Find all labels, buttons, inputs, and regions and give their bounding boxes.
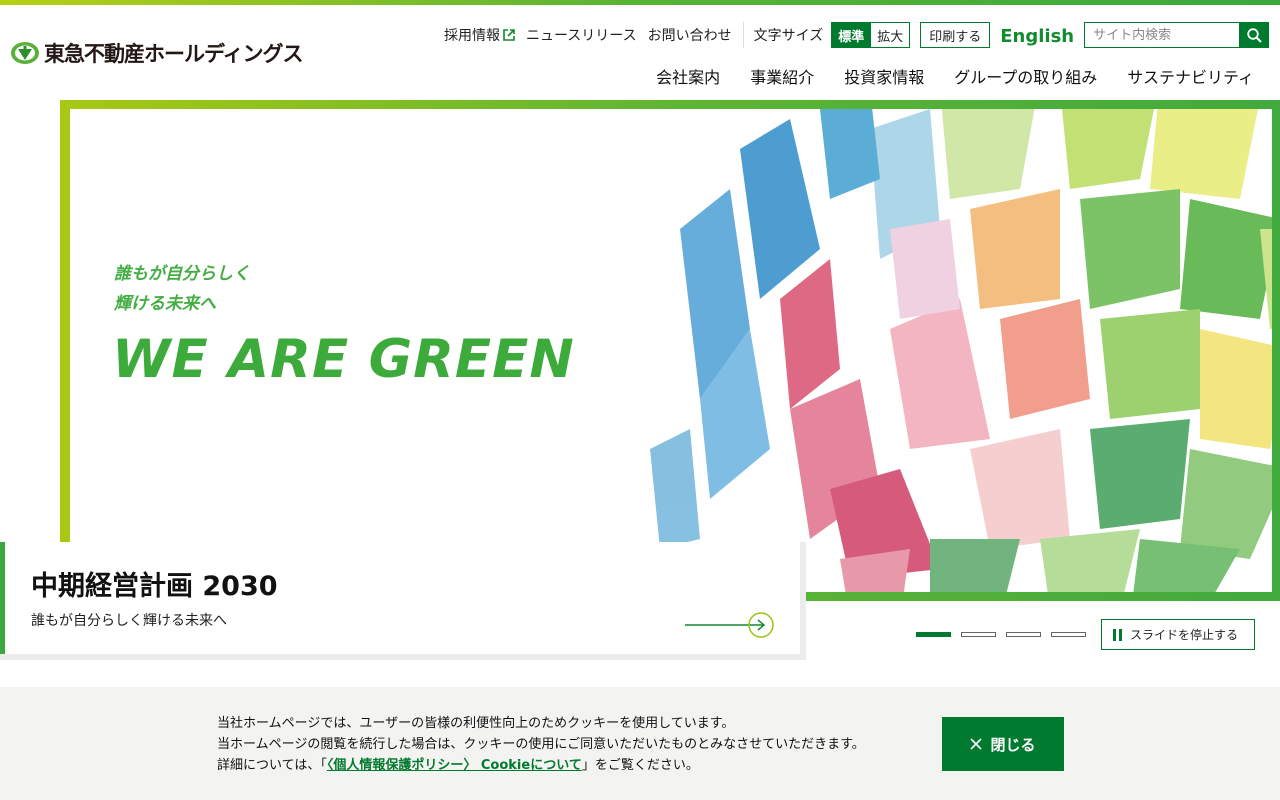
cookie-line-3-prefix: 詳細については、「 xyxy=(217,758,327,773)
site-logo[interactable]: 東急不動産ホールディングス xyxy=(10,38,304,68)
hero-caption-card[interactable]: 中期経営計画 2030 誰もが自分らしく輝ける未来へ xyxy=(0,542,800,654)
top-accent-line xyxy=(0,0,1280,5)
caption-title: 中期経営計画 2030 xyxy=(31,571,278,602)
cookie-line-1: 当社ホームページでは、ユーザーの皆様の利便性向上のためクッキーを使用しています。 xyxy=(217,716,735,731)
tagline-line-2: 輝ける未来へ xyxy=(114,294,216,314)
english-link[interactable]: English xyxy=(1000,26,1074,47)
slide-dot-3[interactable] xyxy=(1006,632,1041,637)
utility-bar: 採用情報 ニュースリリース お問い合わせ 文字サイズ 標準 拡大 印刷する En… xyxy=(444,22,1270,48)
search-input[interactable] xyxy=(1084,22,1240,48)
slide-dot-2[interactable] xyxy=(961,632,996,637)
contact-link[interactable]: お問い合わせ xyxy=(648,25,732,45)
global-nav: 会社案内 事業紹介 投資家情報 グループの取り組み サステナビリティ xyxy=(656,64,1254,88)
slide-dot-4[interactable] xyxy=(1051,632,1086,637)
nav-item-investors[interactable]: 投資家情報 xyxy=(844,64,924,88)
logo-text: 東急不動産ホールディングス xyxy=(44,42,304,66)
close-label: 閉じる xyxy=(990,735,1036,754)
external-link-icon xyxy=(503,29,515,41)
nav-item-company[interactable]: 会社案内 xyxy=(656,64,720,88)
font-size-label: 文字サイズ xyxy=(753,28,824,44)
caption-subtitle: 誰もが自分らしく輝ける未来へ xyxy=(31,613,227,629)
logo-mark-icon xyxy=(11,42,39,64)
pause-label: スライドを停止する xyxy=(1130,628,1239,642)
arrow-right-icon[interactable] xyxy=(680,610,780,640)
cookie-message: 当社ホームページでは、ユーザーの皆様の利便性向上のためクッキーを使用しています。… xyxy=(217,713,865,776)
recruit-link[interactable]: 採用情報 xyxy=(444,25,515,45)
tagline-line-1: 誰もが自分らしく xyxy=(114,264,250,284)
font-standard-button[interactable]: 標準 xyxy=(831,22,872,48)
hero-headline: WE ARE GREEN xyxy=(112,329,575,390)
divider xyxy=(742,22,744,48)
cookie-banner: 当社ホームページでは、ユーザーの皆様の利便性向上のためクッキーを使用しています。… xyxy=(0,687,1280,800)
cookie-line-3-suffix: 」をご覧ください。 xyxy=(581,758,699,773)
recruit-label: 採用情報 xyxy=(444,28,500,44)
news-link[interactable]: ニュースリリース xyxy=(526,25,637,45)
font-large-button[interactable]: 拡大 xyxy=(871,22,911,48)
nav-item-business[interactable]: 事業紹介 xyxy=(750,64,814,88)
slider-dots xyxy=(916,632,1086,637)
hero-slide[interactable]: 誰もが自分らしく 輝ける未来へ WE ARE GREEN xyxy=(70,109,1272,592)
close-icon xyxy=(970,738,983,750)
hero-tagline: 誰もが自分らしく 輝ける未来へ xyxy=(114,259,250,319)
nav-item-group[interactable]: グループの取り組み xyxy=(954,64,1097,88)
slide-dot-1[interactable] xyxy=(916,632,951,637)
site-search xyxy=(1084,22,1270,48)
print-button[interactable]: 印刷する xyxy=(920,22,991,48)
privacy-policy-link[interactable]: 〈個人情報保護ポリシー〉 Cookieについて xyxy=(327,758,582,773)
pause-slider-button[interactable]: スライドを停止する xyxy=(1101,619,1255,650)
search-button[interactable] xyxy=(1239,22,1270,48)
watercolor-artwork xyxy=(650,109,1272,592)
cookie-line-2: 当ホームページの閲覧を続行した場合は、クッキーの使用にご同意いただいたものとみな… xyxy=(217,737,865,752)
nav-item-sustainability[interactable]: サステナビリティ xyxy=(1127,64,1254,88)
cookie-close-button[interactable]: 閉じる xyxy=(942,717,1064,771)
pause-icon xyxy=(1113,628,1122,641)
cookie-line-3: 詳細については、「〈個人情報保護ポリシー〉 Cookieについて」をご覧ください… xyxy=(217,755,865,776)
search-icon xyxy=(1246,27,1262,43)
